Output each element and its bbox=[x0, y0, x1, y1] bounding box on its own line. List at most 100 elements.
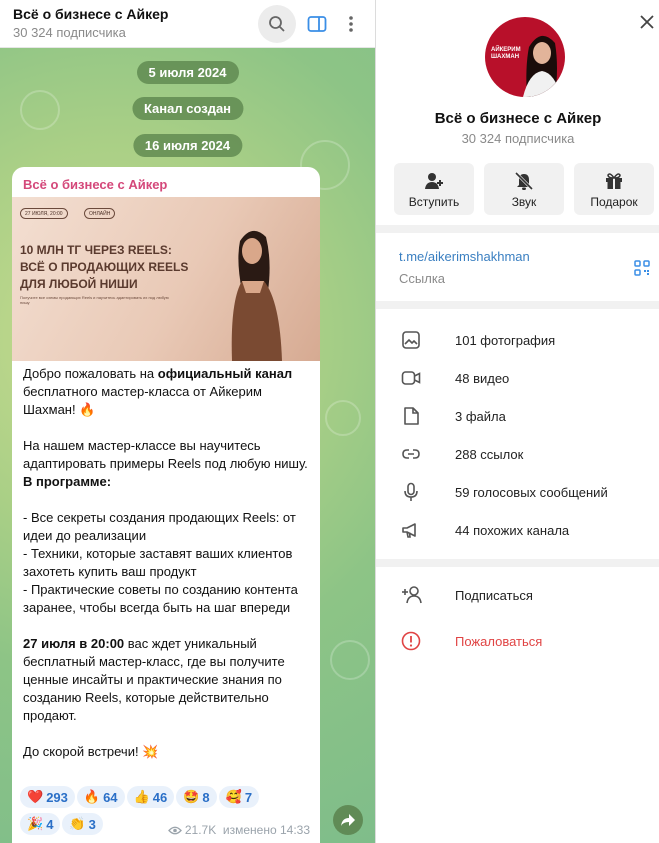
promo-image[interactable]: 27 ИЮЛЯ, 20:00 ОНЛАЙН 10 МЛН ТГ ЧЕРЕЗ RE… bbox=[12, 197, 320, 361]
profile-subtitle: 30 324 подписчика bbox=[461, 131, 575, 146]
text: Добро пожаловать на bbox=[23, 366, 158, 381]
edited-time: изменено 14:33 bbox=[222, 823, 310, 837]
reaction-heart[interactable]: ❤️ 293 bbox=[20, 786, 75, 808]
list-item: - Техники, которые заставят ваших клиент… bbox=[23, 546, 293, 579]
gift-button[interactable]: Подарок bbox=[574, 163, 654, 215]
reaction-star-eyes[interactable]: 🤩 8 bbox=[176, 786, 217, 808]
reaction-count: 46 bbox=[152, 789, 168, 805]
text: На нашем мастер-классе вы научитесь адап… bbox=[23, 438, 308, 471]
list-item: - Практические советы по созданию контен… bbox=[23, 582, 298, 615]
video-icon bbox=[401, 371, 421, 385]
link-label: Ссылка bbox=[399, 271, 446, 286]
search-button[interactable] bbox=[258, 5, 296, 43]
report-label: Пожаловаться bbox=[455, 634, 543, 649]
media-row-label: 44 похожих канала bbox=[455, 523, 570, 538]
link-icon bbox=[402, 449, 420, 459]
reaction-count: 293 bbox=[46, 789, 68, 805]
reaction-count: 3 bbox=[88, 816, 96, 832]
reaction-count: 7 bbox=[244, 789, 253, 805]
join-button[interactable]: Вступить bbox=[394, 163, 474, 215]
eye-icon bbox=[167, 826, 182, 835]
wallpaper-doodle bbox=[20, 90, 60, 130]
reaction-fire[interactable]: 🔥 64 bbox=[76, 786, 125, 808]
qr-code-button[interactable] bbox=[634, 260, 650, 281]
channel-link[interactable]: t.me/aikerimshakhman bbox=[399, 249, 530, 264]
reaction-count: 64 bbox=[103, 789, 118, 805]
chat-header[interactable]: Всё о бизнесе с Айкер 30 324 подписчика bbox=[0, 0, 375, 48]
promo-subtitle: Получите все схемы продающих Reels и нау… bbox=[20, 295, 169, 305]
text: бесплатного мастер-класса от Айкерим Шах… bbox=[23, 384, 262, 417]
report-row[interactable]: Пожаловаться bbox=[376, 622, 659, 660]
media-row-videos[interactable]: 48 видео bbox=[376, 359, 659, 397]
gift-label: Подарок bbox=[590, 195, 638, 209]
section-divider bbox=[376, 225, 659, 233]
fire-emoji-icon: 🔥 bbox=[83, 789, 101, 804]
date-pill: 5 июля 2024 bbox=[136, 61, 239, 84]
media-row-photos[interactable]: 101 фотография bbox=[376, 321, 659, 359]
forward-arrow-icon bbox=[341, 814, 355, 826]
media-row-voice[interactable]: 59 голосовых сообщений bbox=[376, 473, 659, 511]
megaphone-icon bbox=[402, 523, 416, 538]
date-pill: 16 июля 2024 bbox=[132, 134, 243, 157]
reaction-party[interactable]: 🎉 4 bbox=[20, 813, 61, 835]
promo-date-chip: 27 ИЮЛЯ, 20:00 bbox=[20, 208, 68, 219]
report-icon bbox=[401, 631, 421, 651]
close-icon bbox=[640, 15, 654, 29]
subscribe-label: Подписаться bbox=[455, 588, 533, 603]
media-row-similar[interactable]: 44 похожих канала bbox=[376, 511, 659, 549]
media-row-label: 101 фотография bbox=[455, 333, 556, 348]
mute-button[interactable]: Звук bbox=[484, 163, 564, 215]
search-icon bbox=[269, 16, 285, 32]
sidebar-toggle-button[interactable] bbox=[298, 5, 336, 43]
close-button[interactable] bbox=[637, 12, 657, 32]
media-row-files[interactable]: 3 файла bbox=[376, 397, 659, 435]
service-message: Канал создан bbox=[131, 97, 244, 120]
program-heading: В программе: bbox=[23, 474, 112, 489]
sound-label: Звук bbox=[511, 195, 537, 209]
promo-title-line: ДЛЯ ЛЮБОЙ НИШИ bbox=[20, 277, 138, 291]
media-row-links[interactable]: 288 ссылок bbox=[376, 435, 659, 473]
section-divider bbox=[376, 559, 659, 567]
join-label: Вступить bbox=[408, 195, 460, 209]
list-item: - Все секреты создания продающих Reels: … bbox=[23, 510, 296, 543]
clap-emoji-icon: 👏 bbox=[69, 816, 86, 831]
media-row-label: 59 голосовых сообщений bbox=[455, 485, 608, 500]
section-divider bbox=[376, 301, 659, 309]
reaction-hearts-face[interactable]: 🥰 7 bbox=[218, 786, 260, 808]
chat-area: Всё о бизнесе с Айкер 30 324 подписчика … bbox=[0, 0, 375, 843]
text: До скорой встречи! 💥 bbox=[23, 744, 159, 759]
gift-icon bbox=[606, 173, 622, 189]
bold-text: официальный канал bbox=[157, 366, 293, 381]
promo-online-chip: ОНЛАЙН bbox=[84, 208, 116, 219]
star-eyes-emoji-icon: 🤩 bbox=[183, 789, 200, 804]
channel-avatar[interactable]: АЙКЕРИМ ШАХМАН bbox=[485, 17, 565, 97]
media-row-label: 288 ссылок bbox=[455, 447, 524, 462]
subscribe-row[interactable]: Подписаться bbox=[376, 576, 659, 614]
chat-subtitle: 30 324 подписчика bbox=[13, 25, 126, 40]
chat-title: Всё о бизнесе с Айкер bbox=[13, 6, 169, 22]
party-emoji-icon: 🎉 bbox=[27, 816, 44, 831]
file-icon bbox=[404, 407, 419, 425]
message-bubble[interactable]: Всё о бизнесе с Айкер 27 ИЮЛЯ, 20:00 ОНЛ… bbox=[12, 167, 320, 843]
photo-icon bbox=[402, 331, 420, 349]
thumbs-up-emoji-icon: 👍 bbox=[133, 789, 150, 804]
promo-title-line: 10 МЛН ТГ ЧЕРЕЗ REELS: bbox=[20, 243, 172, 257]
avatar-caption: АЙКЕРИМ ШАХМАН bbox=[491, 47, 521, 60]
qr-code-icon bbox=[634, 260, 650, 276]
avatar-photo bbox=[523, 35, 561, 97]
reaction-clap[interactable]: 👏 3 bbox=[62, 813, 103, 835]
message-text: Добро пожаловать на официальный канал бе… bbox=[23, 365, 313, 761]
hearts-face-emoji-icon: 🥰 bbox=[225, 789, 242, 804]
reaction-thumbs-up[interactable]: 👍 46 bbox=[126, 786, 175, 808]
sidebar-panel-icon bbox=[307, 16, 327, 32]
wallpaper-doodle bbox=[330, 640, 370, 680]
add-user-outline-icon bbox=[402, 586, 422, 604]
more-button[interactable] bbox=[332, 5, 370, 43]
channel-info-panel: АЙКЕРИМ ШАХМАН Всё о бизнесе с Айкер 30 … bbox=[375, 0, 659, 843]
mic-icon bbox=[404, 482, 418, 501]
media-row-label: 3 файла bbox=[455, 409, 506, 424]
forward-button[interactable] bbox=[333, 805, 363, 835]
profile-title: Всё о бизнесе с Айкер bbox=[434, 110, 602, 127]
message-author[interactable]: Всё о бизнесе с Айкер bbox=[23, 177, 167, 192]
add-user-icon bbox=[425, 173, 443, 189]
